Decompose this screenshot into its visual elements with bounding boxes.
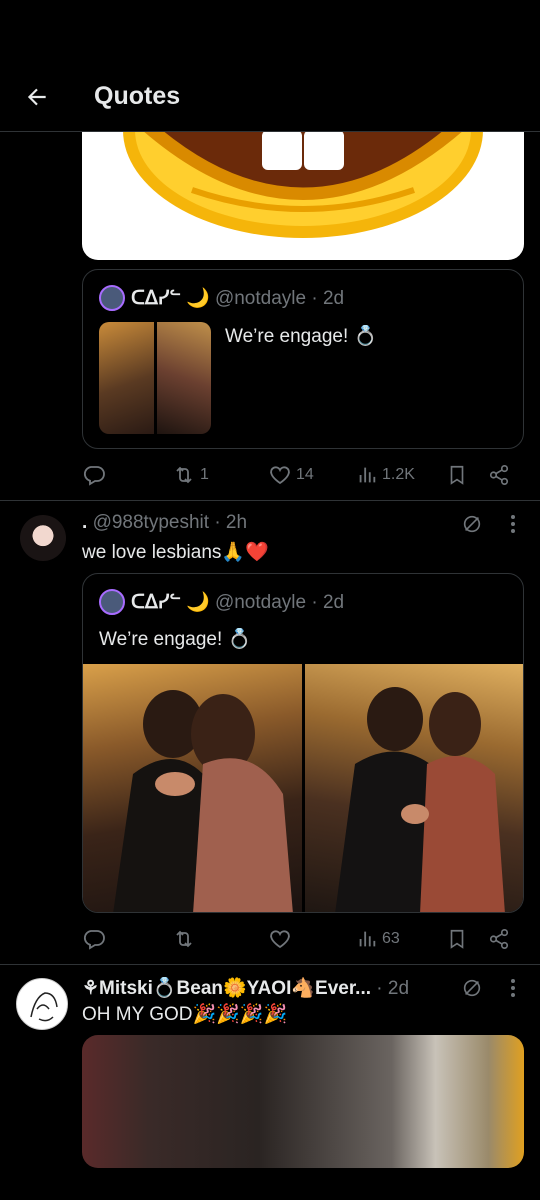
quoted-media-right[interactable]: [305, 664, 523, 912]
post-actions: 63: [82, 924, 522, 954]
bookmark-icon: [450, 929, 464, 949]
grok-icon: [463, 979, 481, 997]
retweet-count: 1: [200, 466, 209, 483]
views-button[interactable]: 1.2K: [356, 460, 415, 490]
like-button[interactable]: [268, 924, 296, 954]
top-app-bar: Quotes: [0, 0, 540, 132]
share-button[interactable]: [488, 924, 510, 954]
quoted-post-time: · 2d: [311, 592, 345, 613]
retweet-button[interactable]: [172, 924, 200, 954]
retweet-icon: [176, 466, 192, 484]
quoted-post-text: We’re engage! 💍: [225, 326, 378, 347]
post-time: · 2d: [376, 978, 410, 999]
couple-photo-left: [113, 690, 293, 912]
back-button[interactable]: [20, 80, 54, 114]
quoted-media-thumbnail[interactable]: [99, 322, 211, 434]
quoted-author-avatar: [99, 285, 125, 311]
grok-button[interactable]: [458, 974, 486, 1002]
post-time: · 2h: [214, 512, 248, 533]
post-actions: 1 14 1.2K: [82, 460, 522, 490]
share-button[interactable]: [488, 460, 510, 490]
post-media-image[interactable]: [82, 110, 524, 260]
quoted-post[interactable]: ᑕᐃᓯᓪ 🌙 @notdayle · 2d We’re engage! 💍: [82, 269, 524, 449]
more-icon: [511, 515, 515, 533]
bookmark-icon: [450, 465, 464, 485]
like-button[interactable]: 14: [268, 460, 314, 490]
like-icon: [270, 930, 290, 949]
grok-icon: [463, 515, 481, 533]
grinning-emoji-image: [123, 110, 483, 238]
reply-button[interactable]: [82, 460, 106, 490]
quoted-post[interactable]: ᑕᐃᓯᓪ 🌙 @notdayle · 2d We’re engage! 💍: [82, 573, 524, 913]
post-media-image[interactable]: [82, 1035, 524, 1168]
views-icon: [359, 931, 376, 947]
views-icon: [359, 467, 376, 483]
quoted-media-left[interactable]: [83, 664, 302, 912]
quoted-post-text: We’re engage! 💍: [99, 629, 252, 650]
reply-icon: [83, 466, 105, 486]
reply-icon: [83, 930, 105, 950]
post-divider: [0, 964, 540, 965]
retweet-icon: [176, 930, 192, 948]
quoted-author-avatar: [99, 589, 125, 615]
quoted-post-time: · 2d: [311, 288, 345, 309]
author-avatar[interactable]: [16, 978, 68, 1030]
views-button[interactable]: 63: [356, 924, 400, 954]
sketch-avatar-image: [30, 992, 58, 1022]
post-header: . @988typeshit · 2h: [82, 512, 247, 534]
quoted-author-name: ᑕᐃᓯᓪ 🌙: [131, 592, 210, 613]
author-name: ⚘Mitski💍Bean🌼YAOI🐴Ever...: [82, 978, 372, 999]
page-title: Quotes: [94, 82, 181, 110]
share-icon: [489, 465, 509, 485]
like-count: 14: [296, 466, 314, 483]
author-avatar[interactable]: [20, 515, 66, 561]
share-icon: [489, 929, 509, 949]
quoted-author-name: ᑕᐃᓯᓪ 🌙: [131, 288, 210, 309]
more-button[interactable]: [500, 974, 526, 1002]
post-divider: [0, 500, 540, 501]
couple-photo-right: [335, 687, 505, 912]
retweet-button[interactable]: 1: [172, 460, 209, 490]
quoted-author-handle: @notdayle: [214, 592, 307, 613]
post-header: ⚘Mitski💍Bean🌼YAOI🐴Ever... · 2d: [82, 976, 442, 1000]
grok-button[interactable]: [458, 510, 486, 538]
reply-button[interactable]: [82, 924, 110, 954]
more-button[interactable]: [500, 510, 526, 538]
quoted-author-handle: @notdayle: [214, 288, 307, 309]
author-name: .: [82, 512, 88, 533]
author-handle[interactable]: @988typeshit: [93, 512, 209, 533]
more-icon: [511, 979, 515, 997]
bookmark-button[interactable]: [446, 924, 468, 954]
like-icon: [270, 466, 290, 485]
post-text: OH MY GOD🎉🎉🎉🎉: [82, 1004, 288, 1025]
back-arrow-icon: [27, 88, 46, 106]
bookmark-button[interactable]: [446, 460, 468, 490]
post-text: we love lesbians🙏❤️: [82, 542, 269, 563]
views-count: 63: [382, 930, 400, 947]
views-count: 1.2K: [382, 466, 415, 483]
